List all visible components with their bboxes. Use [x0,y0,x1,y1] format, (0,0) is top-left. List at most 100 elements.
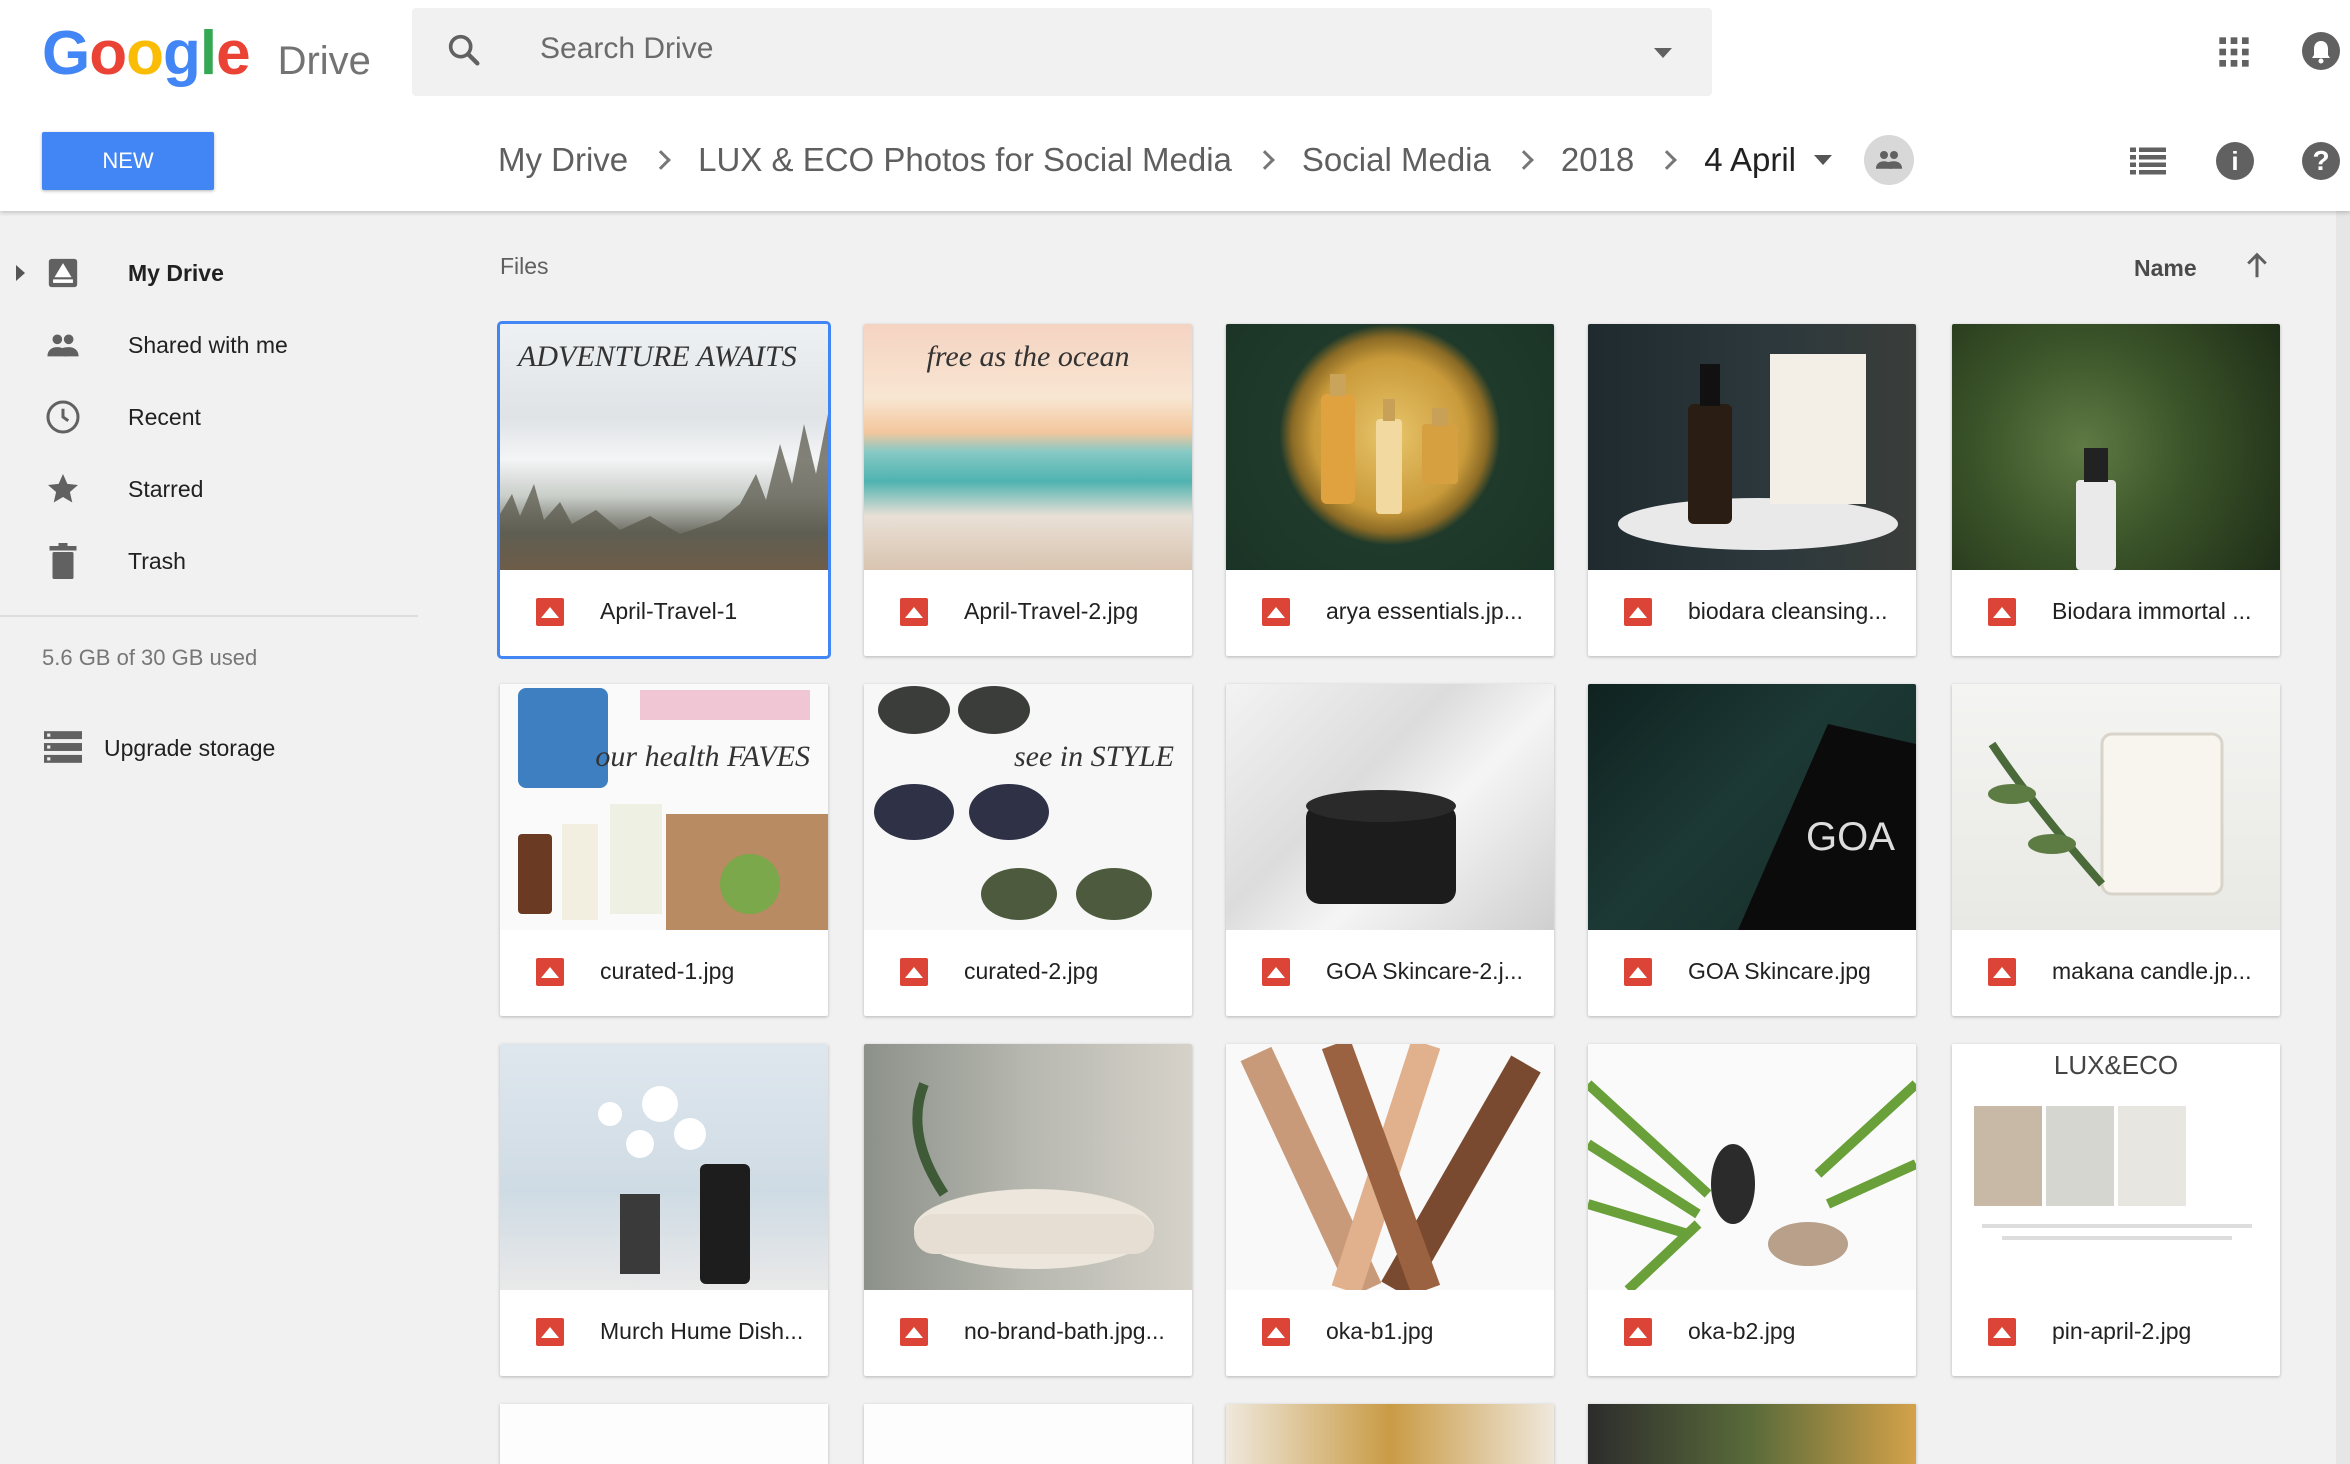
sunglasses [874,686,1152,920]
image-file-icon [1624,958,1652,986]
file-name: GOA Skincare-2.j... [1326,958,1523,984]
file-thumbnail[interactable] [1588,324,1916,570]
file-footer: no-brand-bath.jpg... [864,1290,1192,1376]
file-card[interactable]: see in STYLE curated-2.jpg [864,684,1192,1016]
file-footer: GOA Skincare.jpg [1588,930,1916,1016]
thumbnail-text: free as the ocean [926,340,1130,373]
file-footer: curated-2.jpg [864,930,1192,1016]
file-card[interactable]: no-brand-bath.jpg... [864,1044,1192,1376]
file-name: no-brand-bath.jpg... [964,1318,1165,1344]
file-thumbnail[interactable]: ADVENTURE AWAITS [500,324,828,570]
breadcrumb-current-folder[interactable]: 4 April [1704,141,1796,179]
file-card[interactable] [864,1404,1192,1464]
new-button[interactable]: NEW [42,132,214,190]
file-card[interactable] [1226,1404,1554,1464]
pin-collage [1974,1106,2252,1240]
image-file-icon [1262,1318,1290,1346]
breadcrumb-item-2018[interactable]: 2018 [1561,141,1634,179]
image-file-icon [536,598,564,626]
health-products-collage [518,688,828,930]
file-thumbnail[interactable] [1226,324,1554,570]
file-thumbnail[interactable] [500,1044,828,1290]
file-footer: April-Travel-1 [500,570,828,656]
file-name: April-Travel-2.jpg [964,598,1139,624]
sidebar-item-label: Recent [128,403,201,430]
search-input[interactable]: Search Drive [540,32,713,66]
file-card[interactable]: oka-b1.jpg [1226,1044,1554,1376]
candle [1988,732,2224,896]
file-card[interactable]: biodara cleansing... [1588,324,1916,656]
file-footer: GOA Skincare-2.j... [1226,930,1554,1016]
file-card[interactable]: ADVENTURE AWAITS April-Travel-1 [497,321,831,659]
notifications-bell-icon[interactable] [2302,32,2340,70]
sidebar-item-label: Starred [128,475,204,502]
breadcrumb-item-my-drive[interactable]: My Drive [498,141,628,179]
file-card[interactable]: LUX&ECO pin-april-2.jpg [1952,1044,2280,1376]
sidebar-item-starred[interactable]: Starred [0,453,418,525]
breadcrumb-item-social-media[interactable]: Social Media [1302,141,1491,179]
file-thumbnail[interactable]: free as the ocean [864,324,1192,570]
file-footer: oka-b2.jpg [1588,1290,1916,1376]
google-wordmark: Google [42,19,251,88]
scrollbar[interactable] [2336,211,2350,1464]
search-options-dropdown-icon[interactable] [1654,48,1672,58]
file-card[interactable]: makana candle.jp... [1952,684,2280,1016]
file-card[interactable]: free as the ocean April-Travel-2.jpg [864,324,1192,656]
search-icon[interactable] [444,30,484,75]
shared-folder-people-icon[interactable] [1864,135,1914,185]
help-icon[interactable]: ? [2302,142,2340,180]
file-thumbnail[interactable] [864,1044,1192,1290]
section-heading-files: Files [500,253,549,279]
info-icon[interactable]: i [2216,142,2254,180]
chevron-right-icon [1255,150,1275,170]
file-card[interactable] [500,1404,828,1464]
storage-icon [44,731,82,768]
thumbnail-text: ADVENTURE AWAITS [518,340,797,373]
breadcrumb: My Drive LUX & ECO Photos for Social Med… [498,135,1914,185]
image-file-icon [536,1318,564,1346]
file-thumbnail[interactable] [1226,1044,1554,1290]
file-name: pin-april-2.jpg [2052,1318,2192,1344]
file-card[interactable]: Biodara immortal ... [1952,324,2280,656]
file-thumbnail[interactable] [1226,684,1554,930]
image-file-icon [1988,1318,2016,1346]
product-bottle-box [1618,354,1898,550]
file-card[interactable]: oka-b2.jpg [1588,1044,1916,1376]
file-footer: biodara cleansing... [1588,570,1916,656]
file-footer: April-Travel-2.jpg [864,570,1192,656]
list-view-icon[interactable] [2130,146,2166,181]
file-thumbnail[interactable] [1952,684,2280,930]
sidebar-item-shared[interactable]: Shared with me [0,309,418,381]
file-card[interactable]: GOA GOA Skincare.jpg [1588,684,1916,1016]
file-footer: Biodara immortal ... [1952,570,2280,656]
folder-menu-dropdown-icon[interactable] [1814,155,1832,165]
file-card[interactable]: GOA Skincare-2.j... [1226,684,1554,1016]
product-bottles [1321,374,1458,514]
sort-ascending-arrow-icon[interactable] [2244,251,2270,286]
file-thumbnail[interactable] [1952,324,2280,570]
spray-bottle [2076,448,2116,570]
bathtub [912,1082,1154,1269]
breadcrumb-item-lux-eco[interactable]: LUX & ECO Photos for Social Media [698,141,1232,179]
upgrade-storage-link[interactable]: Upgrade storage [0,713,418,785]
file-thumbnail[interactable]: our health FAVES [500,684,828,930]
file-thumbnail[interactable] [1588,1044,1916,1290]
sidebar-item-recent[interactable]: Recent [0,381,418,453]
sort-by-name-button[interactable]: Name [2134,255,2197,282]
search-bar[interactable]: Search Drive [412,8,1712,96]
file-card[interactable]: Murch Hume Dish... [500,1044,828,1376]
file-card[interactable]: our health FAVES curated-1.jpg [500,684,828,1016]
sidebar-item-trash[interactable]: Trash [0,525,418,597]
google-drive-logo[interactable]: Google Drive [42,18,371,88]
file-thumbnail[interactable]: see in STYLE [864,684,1192,930]
file-thumbnail[interactable]: GOA [1588,684,1916,930]
image-file-icon [1624,598,1652,626]
file-card[interactable] [1588,1404,1916,1464]
legs-and-slippers [1240,1044,1541,1290]
sidebar-item-my-drive[interactable]: My Drive [0,237,418,309]
expand-arrow-icon[interactable] [16,265,25,281]
image-file-icon [536,958,564,986]
file-thumbnail[interactable]: LUX&ECO [1952,1044,2280,1290]
file-card[interactable]: arya essentials.jp... [1226,324,1554,656]
apps-grid-icon[interactable] [2218,36,2250,73]
